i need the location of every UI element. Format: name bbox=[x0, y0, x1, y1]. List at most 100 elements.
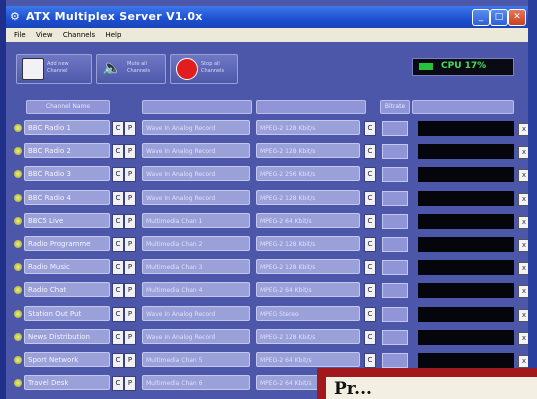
config-button[interactable]: C bbox=[112, 283, 124, 299]
config-button[interactable]: C bbox=[112, 190, 124, 206]
menu-view[interactable]: View bbox=[36, 28, 53, 42]
channel-name-field[interactable]: BBC Radio 4 bbox=[24, 189, 110, 205]
format-button[interactable]: C bbox=[364, 121, 376, 136]
format-field[interactable]: MPEG-2 128 Kbit/s bbox=[256, 143, 360, 159]
bitrate-field[interactable] bbox=[382, 237, 408, 252]
config-button[interactable]: C bbox=[112, 376, 124, 392]
input-device-field[interactable]: Multimedia Chan 5 bbox=[142, 352, 250, 367]
format-field[interactable]: MPEG-2 128 Kbit/s bbox=[256, 189, 360, 205]
stop-all-button[interactable]: Stop all Channels bbox=[170, 54, 238, 84]
menu-channels[interactable]: Channels bbox=[63, 28, 95, 42]
format-button[interactable]: C bbox=[364, 283, 376, 299]
format-field[interactable]: MPEG Stereo bbox=[256, 305, 360, 321]
input-device-field[interactable]: Multimedia Chan 6 bbox=[142, 375, 250, 391]
column-header-format[interactable] bbox=[256, 100, 366, 114]
config-button[interactable]: C bbox=[112, 121, 124, 136]
format-field[interactable]: MPEG-2 64 Kbit/s bbox=[256, 352, 360, 367]
channel-name-field[interactable]: Station Out Put bbox=[24, 305, 110, 321]
add-channel-button[interactable]: Add new Channel bbox=[16, 54, 92, 84]
format-button[interactable]: C bbox=[364, 213, 376, 229]
channel-name-field[interactable]: Radio Music bbox=[24, 259, 110, 275]
column-header-level[interactable] bbox=[412, 100, 514, 114]
bitrate-field[interactable] bbox=[382, 167, 408, 183]
channel-name-field[interactable]: BBC Radio 3 bbox=[24, 166, 110, 182]
format-field[interactable]: MPEG-2 256 Kbit/s bbox=[256, 166, 360, 182]
input-device-field[interactable]: Wave In Analog Record bbox=[142, 328, 250, 344]
remove-channel-button[interactable]: x bbox=[518, 146, 528, 160]
bitrate-field[interactable] bbox=[382, 306, 408, 322]
input-device-field[interactable]: Multimedia Chan 3 bbox=[142, 259, 250, 275]
config-button[interactable]: C bbox=[112, 306, 124, 322]
channel-row[interactable]: News Distribution C P Wave In Analog Record… bbox=[6, 326, 528, 349]
channel-row[interactable]: Station Out Put C P Wave In Analog Record MP… bbox=[6, 303, 528, 326]
config-button[interactable]: C bbox=[112, 237, 124, 252]
title-bar[interactable]: ⚙ ATX Multiplex Server V1.0x _ □ ✕ bbox=[6, 6, 528, 28]
play-button[interactable]: P bbox=[124, 376, 136, 392]
channel-row[interactable]: Radio Chat C P Multimedia Chan 4 MPEG-2 64 K… bbox=[6, 279, 528, 302]
input-device-field[interactable]: Wave In Analog Record bbox=[142, 120, 250, 135]
channel-name-field[interactable]: News Distribution bbox=[24, 328, 110, 344]
menu-file[interactable]: File bbox=[14, 28, 26, 42]
format-button[interactable]: C bbox=[364, 306, 376, 322]
remove-channel-button[interactable]: x bbox=[518, 123, 528, 136]
format-button[interactable]: C bbox=[364, 353, 376, 368]
column-header-input[interactable] bbox=[142, 100, 252, 114]
format-button[interactable]: C bbox=[364, 329, 376, 345]
channel-name-field[interactable]: BBC Radio 2 bbox=[24, 143, 110, 159]
format-button[interactable]: C bbox=[364, 167, 376, 183]
remove-channel-button[interactable]: x bbox=[518, 285, 528, 299]
channel-name-field[interactable]: Sport Network bbox=[24, 352, 110, 367]
input-device-field[interactable]: Multimedia Chan 4 bbox=[142, 282, 250, 298]
format-field[interactable]: MPEG-2 128 Kbit/s bbox=[256, 259, 360, 275]
channel-name-field[interactable]: BBC Radio 1 bbox=[24, 120, 110, 135]
play-button[interactable]: P bbox=[124, 144, 136, 160]
column-header-bitrate[interactable]: Bitrate bbox=[380, 100, 410, 114]
maximize-button[interactable]: □ bbox=[490, 9, 508, 26]
mute-all-button[interactable]: 🔈 Mute all Channels bbox=[96, 54, 166, 84]
format-field[interactable]: MPEG-2 64 Kbit/s bbox=[256, 282, 360, 298]
play-button[interactable]: P bbox=[124, 237, 136, 252]
play-button[interactable]: P bbox=[124, 121, 136, 136]
remove-channel-button[interactable]: x bbox=[518, 262, 528, 276]
channel-row[interactable]: BBC Radio 2 C P Wave In Analog Record MPEG-2… bbox=[6, 140, 528, 163]
close-button[interactable]: ✕ bbox=[508, 9, 526, 26]
remove-channel-button[interactable]: x bbox=[518, 355, 528, 368]
play-button[interactable]: P bbox=[124, 353, 136, 368]
input-device-field[interactable]: Wave In Analog Record bbox=[142, 143, 250, 159]
bitrate-field[interactable] bbox=[382, 353, 408, 368]
config-button[interactable]: C bbox=[112, 353, 124, 368]
bitrate-field[interactable] bbox=[382, 283, 408, 299]
format-field[interactable]: MPEG-2 128 Kbit/s bbox=[256, 120, 360, 135]
play-button[interactable]: P bbox=[124, 190, 136, 206]
bitrate-field[interactable] bbox=[382, 144, 408, 160]
config-button[interactable]: C bbox=[112, 144, 124, 160]
format-button[interactable]: C bbox=[364, 190, 376, 206]
play-button[interactable]: P bbox=[124, 283, 136, 299]
channel-row[interactable]: BBC Radio 4 C P Wave In Analog Record MPEG-2… bbox=[6, 187, 528, 210]
channel-name-field[interactable]: Travel Desk bbox=[24, 375, 110, 391]
bitrate-field[interactable] bbox=[382, 190, 408, 206]
config-button[interactable]: C bbox=[112, 260, 124, 276]
channel-name-field[interactable]: BBC5 Live bbox=[24, 212, 110, 228]
bitrate-field[interactable] bbox=[382, 213, 408, 229]
remove-channel-button[interactable]: x bbox=[518, 169, 528, 183]
format-button[interactable]: C bbox=[364, 144, 376, 160]
play-button[interactable]: P bbox=[124, 167, 136, 183]
play-button[interactable]: P bbox=[124, 329, 136, 345]
remove-channel-button[interactable]: x bbox=[518, 308, 528, 322]
format-button[interactable]: C bbox=[364, 260, 376, 276]
format-field[interactable]: MPEG-2 128 Kbit/s bbox=[256, 236, 360, 251]
config-button[interactable]: C bbox=[112, 213, 124, 229]
format-field[interactable]: MPEG-2 64 Kbit/s bbox=[256, 212, 360, 228]
channel-name-field[interactable]: Radio Chat bbox=[24, 282, 110, 298]
channel-row[interactable]: BBC5 Live C P Multimedia Chan 1 MPEG-2 64 Kb… bbox=[6, 210, 528, 233]
column-header-name[interactable]: Channel Name bbox=[26, 100, 110, 114]
remove-channel-button[interactable]: x bbox=[518, 215, 528, 229]
bitrate-field[interactable] bbox=[382, 121, 408, 136]
input-device-field[interactable]: Wave In Analog Record bbox=[142, 305, 250, 321]
channel-name-field[interactable]: Radio Programme bbox=[24, 236, 110, 251]
minimize-button[interactable]: _ bbox=[472, 9, 490, 26]
input-device-field[interactable]: Multimedia Chan 2 bbox=[142, 236, 250, 251]
remove-channel-button[interactable]: x bbox=[518, 331, 528, 345]
channel-row[interactable]: Radio Music C P Multimedia Chan 3 MPEG-2 128… bbox=[6, 256, 528, 279]
